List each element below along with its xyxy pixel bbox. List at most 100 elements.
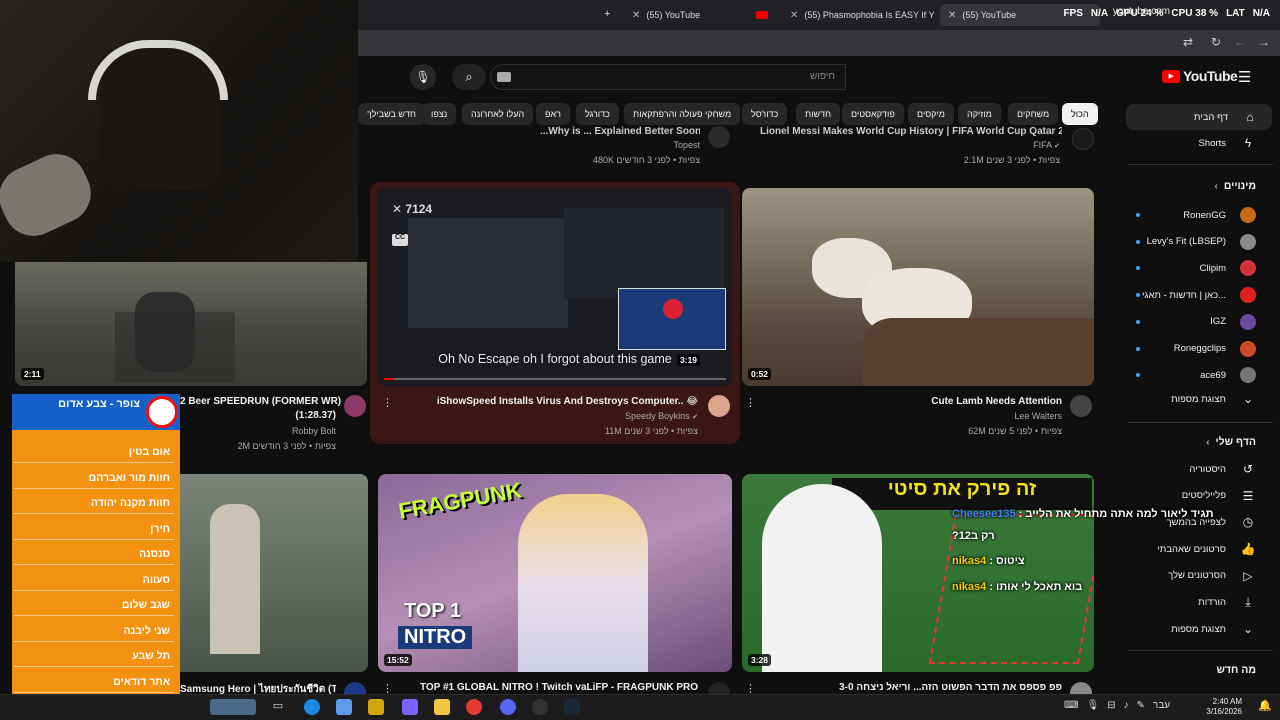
video-meta: 62M צפיות • לפני 5 שנים — [968, 426, 1062, 436]
you-header[interactable]: ‹ הדף שלי — [1206, 436, 1256, 448]
channel-name[interactable]: FIFA ✔ — [900, 140, 1060, 150]
chip-filter[interactable]: משחקים — [1008, 103, 1059, 125]
channel-name[interactable]: Lee Walters — [900, 411, 1062, 421]
reload-icon[interactable]: ↻ — [1208, 35, 1224, 51]
channel-avatar[interactable] — [1070, 395, 1092, 417]
menu-icon[interactable]: ☰ — [1238, 68, 1251, 86]
video-title[interactable]: Cute Lamb Needs Attention — [860, 396, 1062, 407]
video-title[interactable]: (1:28.37) — [180, 410, 336, 421]
sidebar-item-you[interactable]: תצוגת מספות ⌄ — [1118, 616, 1278, 642]
video-title[interactable]: Lionel Messi Makes World Cup History | F… — [760, 126, 1062, 137]
chip-filter[interactable]: ראפ — [536, 103, 570, 125]
url-text[interactable]: youtube.com — [1113, 6, 1170, 17]
cc-icon[interactable]: CC — [392, 234, 408, 246]
sidebar-item-subscription[interactable]: IGZ — [1118, 309, 1278, 335]
chip-filter[interactable]: פודקאסטים — [842, 103, 904, 125]
keyboard-icon[interactable] — [497, 72, 511, 82]
sidebar-item-you[interactable]: הורדות ⤓ — [1118, 590, 1278, 616]
close-icon[interactable]: ✕ — [632, 10, 640, 21]
video-thumbnail[interactable]: 0:52 — [742, 188, 1094, 386]
forward-icon[interactable]: → — [1256, 35, 1272, 51]
sidebar-item-you[interactable]: היסטוריה ↺ — [1118, 456, 1278, 482]
more-options-icon[interactable]: ⋮ — [382, 396, 393, 409]
more-options-icon[interactable]: ⋮ — [745, 396, 756, 409]
video-title[interactable]: פפ פספס את הדבר הפשוט הזה... וריאל ניצחה… — [800, 682, 1062, 693]
channel-name[interactable]: Robby Bolt — [180, 426, 336, 436]
system-tray[interactable]: ⌨ 🎙 ⊟ ♪ ✎ עבר — [1064, 700, 1170, 711]
mic-icon[interactable]: 🎙 — [1086, 700, 1099, 711]
sidebar-item-subscription[interactable]: Clipim — [1118, 255, 1278, 281]
chip-filter[interactable]: כדורסל — [742, 103, 788, 125]
chip-filter[interactable]: משחקי פעולה והרפתקאות — [624, 103, 741, 125]
sidebar-item-subscription[interactable]: Roneggclips — [1118, 336, 1278, 362]
store-icon[interactable] — [336, 699, 352, 715]
video-thumbnail[interactable]: ✕ 7124 CC Oh No Escape oh I forgot about… — [378, 188, 732, 386]
video-title[interactable]: ...Why is ... Explained Better Soon — [540, 126, 700, 137]
video-thumbnail[interactable]: FRAGPUNK TOP 1 NITRO 15:52 — [378, 474, 732, 672]
chip-filter[interactable]: מוזיקה — [958, 103, 1001, 125]
channel-avatar[interactable] — [344, 395, 366, 417]
sidebar-item-subscription[interactable]: Levy's Fit (LBSEP) — [1118, 229, 1278, 255]
chip-filter[interactable]: חדשות — [796, 103, 841, 125]
sidebar-item-subscription[interactable]: כאן | חדשות - תאגי... — [1118, 282, 1278, 308]
copilot-icon[interactable] — [368, 699, 384, 715]
video-title[interactable]: TOP #1 GLOBAL NITRO ! Twitch vaLiFP - FR… — [396, 682, 698, 693]
channel-avatar[interactable] — [1072, 128, 1094, 150]
chip-filter[interactable]: הכול — [1062, 103, 1098, 125]
pen-icon[interactable]: ✎ — [1137, 700, 1145, 711]
discord-icon[interactable] — [500, 699, 516, 715]
sidebar-item-home[interactable]: דף הבית ⌂ — [1126, 104, 1272, 130]
chip-filter[interactable]: מיקסים — [908, 103, 954, 125]
browser-tab[interactable]: ✕ (55) Phasmophobia Is EASY If Yo — [782, 4, 934, 26]
sidebar-item-you[interactable]: פלייליסטים ☰ — [1118, 483, 1278, 509]
close-icon[interactable]: ✕ — [948, 10, 956, 21]
video-title[interactable]: iShowSpeed Installs Virus And Destroys C… — [396, 396, 698, 407]
chip-filter[interactable]: העלו לאחרונה — [462, 103, 534, 125]
obs-icon[interactable] — [532, 699, 548, 715]
video-thumbnail[interactable]: 2:11 — [15, 262, 367, 386]
chip-filter[interactable]: חדש בשבילך — [358, 103, 425, 125]
site-settings-icon[interactable]: ⇄ — [1180, 35, 1196, 51]
progress-bar[interactable] — [384, 378, 726, 380]
steam-icon[interactable] — [564, 699, 580, 715]
channel-avatar — [1240, 367, 1256, 384]
weather-widget-icon[interactable] — [210, 699, 256, 715]
chip-filter[interactable]: כדורגל — [576, 103, 619, 125]
video-title[interactable]: 2 Beer SPEEDRUN (FORMER WR) — [180, 396, 341, 407]
volume-icon[interactable]: ♪ — [1124, 700, 1129, 711]
edge-icon[interactable] — [304, 699, 320, 715]
app-icon[interactable] — [402, 699, 418, 715]
new-tab-icon[interactable]: + — [604, 8, 610, 20]
language-indicator[interactable]: עבר — [1153, 700, 1170, 711]
file-explorer-icon[interactable] — [434, 699, 450, 715]
video-thumbnail[interactable]: זה פירק את סיטי 3:28 — [742, 474, 1094, 672]
close-icon[interactable]: ✕ — [790, 10, 798, 21]
sidebar-item-subscription[interactable]: ace69 — [1118, 362, 1278, 388]
notification-bell-icon[interactable]: 🔔 — [1258, 699, 1272, 712]
sidebar-item-shorts[interactable]: Shorts ϟ — [1118, 130, 1278, 156]
sidebar-item-you[interactable]: סרטונים שאהבתי 👍 — [1118, 536, 1278, 562]
sidebar-item-you[interactable]: הסרטונים שלך ▷ — [1118, 563, 1278, 589]
sidebar-item-label: הסרטונים שלך — [1168, 570, 1226, 582]
channel-avatar[interactable] — [708, 126, 730, 148]
subscriptions-header[interactable]: ‹ מינויים — [1214, 180, 1256, 192]
task-view-icon[interactable]: ▭ — [270, 699, 286, 715]
browser-tab[interactable]: ✕ (55) YouTube — [624, 4, 776, 26]
youtube-logo[interactable]: ▶ YouTube — [1162, 68, 1238, 84]
search-input[interactable]: חיפוש — [490, 64, 846, 90]
voice-search-icon[interactable]: 🎙 — [410, 64, 436, 90]
channel-name[interactable]: Speedy Boykins ✔ — [540, 411, 698, 421]
back-icon[interactable]: ← — [1232, 35, 1248, 51]
keyboard-icon[interactable]: ⌨ — [1064, 700, 1078, 711]
network-icon[interactable]: ⊟ — [1107, 700, 1115, 711]
channel-avatar[interactable] — [708, 395, 730, 417]
video-thumbnail[interactable] — [180, 474, 368, 672]
clock[interactable]: 2:40 AM 3/16/2026 — [1206, 697, 1242, 717]
red-alert-location: חוות מקנה יהודה — [14, 492, 174, 514]
chip-filter[interactable]: נצפו — [422, 103, 457, 125]
chrome-icon[interactable] — [466, 699, 482, 715]
search-icon[interactable]: ⌕ — [452, 64, 486, 90]
channel-name[interactable]: Topest — [540, 140, 700, 150]
sidebar-show-more[interactable]: תצוגת מספות ⌄ — [1118, 386, 1278, 412]
sidebar-item-subscription[interactable]: RonenGG — [1118, 202, 1278, 228]
